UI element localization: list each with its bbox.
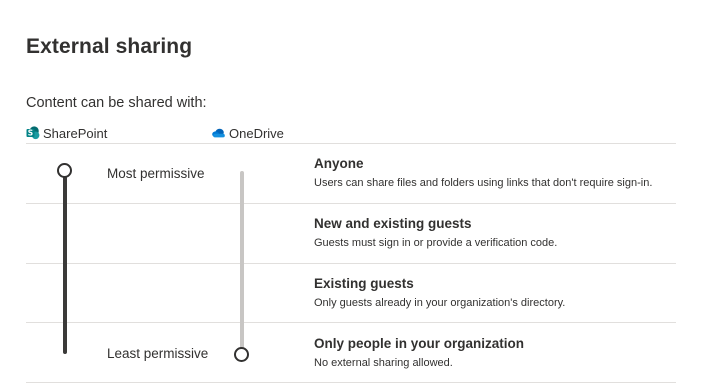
- row-divider: [26, 263, 676, 264]
- onedrive-slider-track[interactable]: [240, 171, 244, 349]
- least-permissive-label: Least permissive: [107, 346, 209, 361]
- row-divider: [26, 143, 676, 144]
- option-title: Anyone: [314, 156, 364, 171]
- row-divider: [26, 322, 676, 323]
- option-title: New and existing guests: [314, 216, 472, 231]
- option-description: Only guests already in your organization…: [314, 297, 566, 309]
- section-label: Content can be shared with:: [26, 95, 207, 111]
- option-new-and-existing-guests: New and existing guests Guests must sign…: [314, 215, 557, 251]
- onedrive-slider-thumb[interactable]: [234, 347, 249, 362]
- option-only-people-in-organization: Only people in your organization No exte…: [314, 335, 524, 371]
- row-divider: [26, 382, 676, 383]
- option-title: Existing guests: [314, 276, 414, 291]
- sharepoint-slider-thumb[interactable]: [57, 163, 72, 178]
- option-description: Guests must sign in or provide a verific…: [314, 237, 558, 249]
- option-existing-guests: Existing guests Only guests already in y…: [314, 275, 565, 311]
- row-divider: [26, 203, 676, 204]
- option-description: Users can share files and folders using …: [314, 177, 653, 189]
- page-title: External sharing: [26, 35, 193, 58]
- option-title: Only people in your organization: [314, 336, 525, 351]
- sharepoint-slider-track[interactable]: [63, 176, 67, 354]
- onedrive-icon: [211, 128, 226, 138]
- svg-text:S: S: [28, 129, 33, 138]
- sharepoint-icon: S: [26, 126, 40, 140]
- onedrive-label: OneDrive: [229, 125, 284, 141]
- onedrive-legend: OneDrive: [211, 125, 284, 141]
- option-anyone: Anyone Users can share files and folders…: [314, 155, 652, 191]
- most-permissive-label: Most permissive: [107, 166, 205, 181]
- sharepoint-label: SharePoint: [43, 125, 108, 141]
- option-description: No external sharing allowed.: [314, 357, 453, 369]
- sharepoint-legend: S SharePoint: [26, 125, 107, 141]
